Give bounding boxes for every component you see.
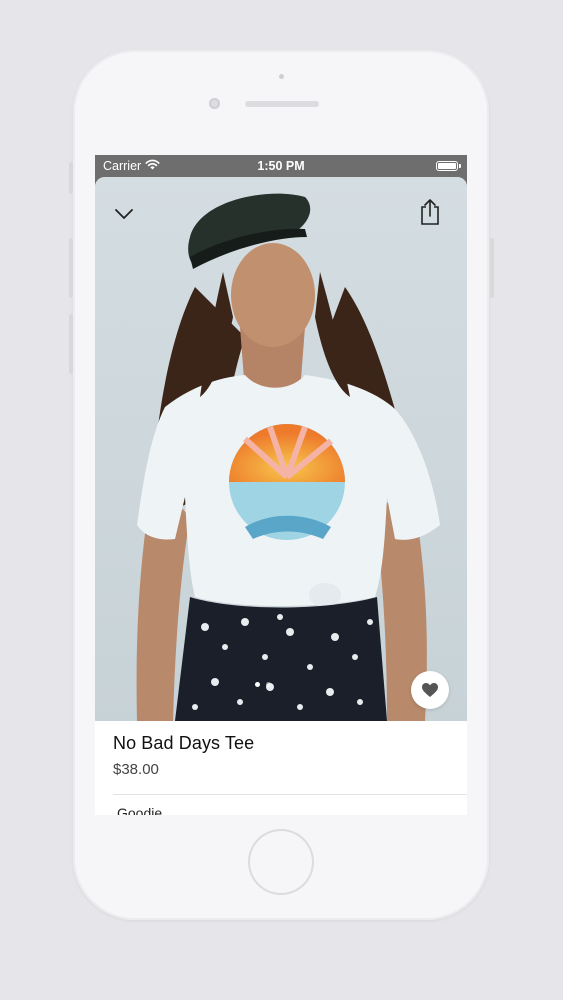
- ringer-switch: [69, 162, 73, 194]
- front-camera: [209, 98, 220, 109]
- favorite-button[interactable]: [411, 671, 449, 709]
- share-button[interactable]: [413, 195, 447, 229]
- section-divider: [113, 794, 467, 795]
- status-time: 1:50 PM: [257, 159, 305, 173]
- volume-down-button: [69, 314, 73, 374]
- next-section-row[interactable]: Goodie: [117, 805, 162, 815]
- product-image[interactable]: [95, 177, 467, 721]
- page-dot: [255, 682, 260, 687]
- heart-icon: [422, 683, 438, 697]
- volume-up-button: [69, 238, 73, 298]
- home-button[interactable]: [248, 829, 314, 895]
- product-detail-sheet: No Bad Days Tee $38.00 Goodie: [95, 177, 467, 815]
- share-icon: [421, 199, 439, 225]
- chevron-down-icon: [115, 209, 133, 219]
- page-dot: [266, 682, 271, 687]
- front-sensor: [279, 74, 284, 79]
- image-page-indicator: [255, 682, 271, 687]
- product-price: $38.00: [113, 761, 159, 778]
- phone-screen: Carrier 1:50 PM No Bad Days Tee $38.00 G…: [95, 155, 467, 815]
- close-button[interactable]: [109, 199, 139, 229]
- power-button: [490, 238, 494, 298]
- status-bar: Carrier 1:50 PM: [95, 155, 467, 177]
- product-name: No Bad Days Tee: [113, 733, 255, 753]
- battery-icon: [436, 161, 461, 171]
- earpiece-speaker: [245, 101, 319, 107]
